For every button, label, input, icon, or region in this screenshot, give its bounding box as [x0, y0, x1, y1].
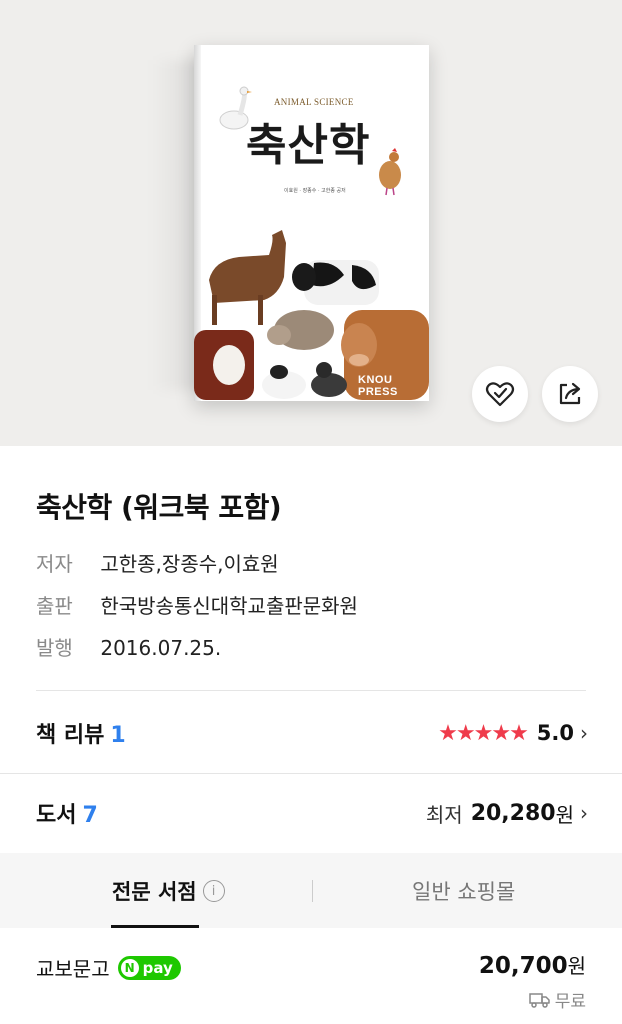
author-row: 저자 고한종,장종수,이효원	[36, 548, 279, 577]
review-row[interactable]: 책 리뷰 1 ★★★★★ 5.0 ›	[36, 717, 588, 749]
author-value[interactable]: 고한종,장종수,이효원	[100, 552, 278, 576]
holstein-cow-illustration	[292, 260, 379, 305]
review-summary: ★★★★★ 5.0 ›	[438, 721, 588, 746]
publisher-logo: KNOU PRESS	[358, 374, 398, 398]
pig-illustration	[267, 310, 334, 350]
npay-badge: N pay	[117, 955, 181, 980]
heart-check-icon	[485, 382, 515, 407]
npay-n-icon: N	[120, 958, 139, 977]
chevron-right-icon: ›	[580, 721, 588, 745]
review-count: 1	[110, 723, 126, 748]
publisher-value[interactable]: 한국방송통신대학교출판문화원	[100, 594, 358, 618]
books-row[interactable]: 도서 7 최저 20,280 원 ›	[36, 797, 588, 829]
date-row: 발행 2016.07.25.	[36, 632, 221, 661]
store-name: 교보문고	[36, 957, 110, 981]
cover-subtitle: ANIMAL SCIENCE	[274, 97, 354, 107]
book-title: 축산학 (워크북 포함)	[36, 491, 282, 524]
lowest-price-summary: 최저 20,280 원 ›	[426, 799, 588, 828]
info-icon[interactable]: i	[202, 880, 225, 902]
truck-icon	[528, 992, 550, 1008]
store-tabs	[0, 853, 622, 928]
hereford-cow-illustration	[194, 330, 254, 400]
date-value: 2016.07.25.	[100, 636, 222, 660]
goat-illustration	[311, 362, 347, 397]
store-item[interactable]: 교보문고 N pay	[36, 953, 181, 982]
lowest-label: 최저	[425, 802, 463, 827]
tab-specialist-label: 전문 서점	[112, 880, 197, 904]
active-tab-indicator	[111, 925, 199, 928]
tab-specialist-store[interactable]: 전문 서점 i	[112, 876, 225, 906]
horse-illustration	[209, 230, 286, 325]
shipping-text: 무료	[554, 992, 586, 1012]
currency-label: 원	[567, 954, 586, 978]
books-label: 도서	[36, 803, 77, 828]
cover-authors: 이효원 · 장종수 · 고한종 공저	[284, 188, 346, 194]
cover-area: ANIMAL SCIENCE 축산학 이효원 · 장종수 · 고한종 공저 KN…	[0, 0, 622, 446]
store-price-value: 20,700	[478, 953, 568, 979]
book-cover-image[interactable]: ANIMAL SCIENCE 축산학 이효원 · 장종수 · 고한종 공저 KN…	[194, 45, 429, 401]
store-price: 20,700원	[479, 950, 586, 979]
chevron-right-icon: ›	[580, 801, 588, 825]
books-count: 7	[82, 803, 98, 828]
share-icon	[559, 382, 581, 405]
publisher-label: 출판	[36, 594, 73, 618]
divider	[36, 690, 586, 691]
date-label: 발행	[36, 636, 73, 660]
like-button[interactable]	[472, 366, 528, 422]
sheep-illustration	[262, 365, 306, 399]
cover-title: 축산학	[246, 120, 371, 171]
rating-value: 5.0	[536, 721, 574, 745]
tab-separator	[312, 880, 313, 902]
chicken-illustration	[379, 148, 401, 196]
lowest-price: 20,280	[470, 800, 556, 826]
divider	[0, 773, 622, 774]
publisher-row: 출판 한국방송통신대학교출판문화원	[36, 590, 358, 619]
npay-text: pay	[142, 958, 173, 977]
review-title: 책 리뷰 1	[36, 717, 126, 749]
rating-stars: ★★★★★	[438, 720, 529, 746]
currency-label: 원	[555, 802, 574, 827]
author-label: 저자	[36, 552, 73, 576]
review-label: 책 리뷰	[36, 723, 105, 748]
share-button[interactable]	[542, 366, 598, 422]
shipping-info: 무료	[528, 987, 586, 1012]
tab-general-mall[interactable]: 일반 쇼핑몰	[412, 876, 515, 906]
books-title: 도서 7	[36, 797, 98, 829]
